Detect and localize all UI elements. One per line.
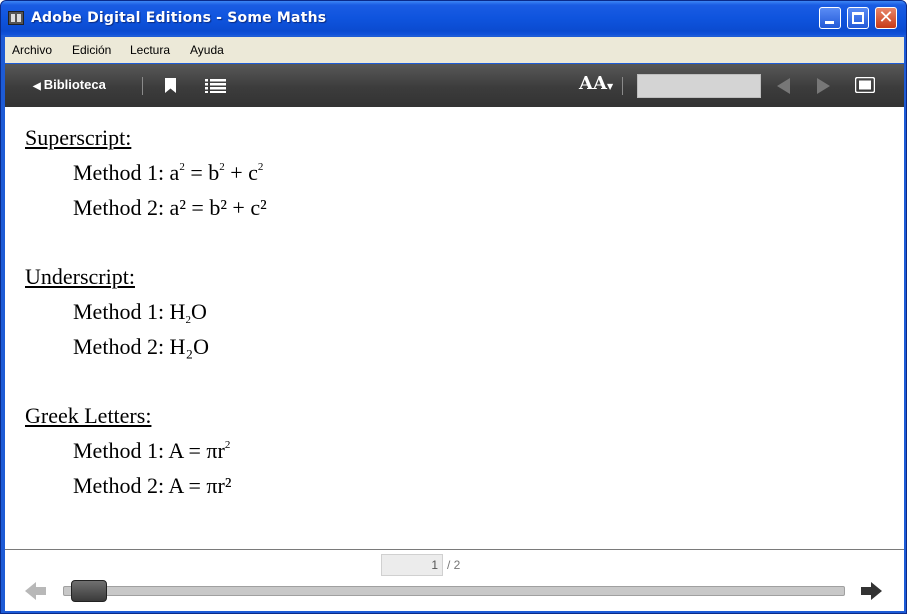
text-run: Method 1: A = πr xyxy=(73,438,225,463)
toolbar-divider xyxy=(142,77,143,95)
superscript-text: 2 xyxy=(257,161,264,173)
toc-list-icon[interactable] xyxy=(205,79,226,93)
method-line: Method 1: H2O xyxy=(73,299,207,326)
previous-page-icon[interactable] xyxy=(777,78,791,94)
library-button[interactable]: ◀ Biblioteca xyxy=(33,77,106,92)
back-arrow-icon: ◀ xyxy=(33,81,41,92)
app-window: Adobe Digital Editions - Some Maths ✕ Ar… xyxy=(0,0,907,614)
method-line: Method 1: a2 = b2 + c2 xyxy=(73,160,263,186)
menu-lectura[interactable]: Lectura xyxy=(130,43,170,57)
previous-page-arrow-icon[interactable] xyxy=(25,580,47,602)
minimize-button[interactable] xyxy=(819,7,841,29)
section-heading-underscript: Underscript: xyxy=(25,264,135,289)
library-label: Biblioteca xyxy=(43,77,106,92)
text-run: O xyxy=(190,299,207,324)
text-run: = b xyxy=(184,160,220,185)
close-icon: ✕ xyxy=(878,7,894,28)
text-run: + c xyxy=(224,160,258,185)
method-line: Method 1: A = πr2 xyxy=(73,438,230,464)
page-navigation-bar: 1 / 2 xyxy=(5,550,904,611)
section-heading-greek: Greek Letters: xyxy=(25,403,152,428)
text-run: Method 1: H xyxy=(73,299,186,324)
toolbar: ◀ Biblioteca AA▼ xyxy=(5,64,904,107)
font-size-label: AA xyxy=(579,73,607,94)
page-total-label: / 2 xyxy=(447,558,461,572)
method-line: Method 2: A = πr² xyxy=(73,473,232,498)
next-page-arrow-icon[interactable] xyxy=(860,580,882,602)
section-heading-superscript: Superscript: xyxy=(25,125,132,150)
title-bar[interactable]: Adobe Digital Editions - Some Maths ✕ xyxy=(1,1,906,35)
bookmark-icon[interactable] xyxy=(165,78,176,93)
maximize-icon xyxy=(852,12,864,24)
close-button[interactable]: ✕ xyxy=(875,7,897,29)
method-line: Method 2: H₂O xyxy=(73,334,209,359)
minimize-icon xyxy=(825,21,834,24)
page-number-input[interactable]: 1 xyxy=(381,554,443,576)
superscript-text: 2 xyxy=(224,439,231,451)
method-line: Method 2: a² = b² + c² xyxy=(73,195,267,220)
next-page-icon[interactable] xyxy=(816,78,830,94)
app-icon[interactable] xyxy=(8,11,24,25)
menu-edicion[interactable]: Edición xyxy=(72,43,111,57)
menu-bar: Archivo Edición Lectura Ayuda xyxy=(5,37,904,63)
page-slider-track[interactable] xyxy=(63,586,845,596)
menu-ayuda[interactable]: Ayuda xyxy=(190,43,224,57)
fullscreen-icon[interactable] xyxy=(855,77,875,93)
search-input[interactable] xyxy=(637,74,761,98)
menu-archivo[interactable]: Archivo xyxy=(12,43,52,57)
toolbar-divider xyxy=(622,77,623,95)
text-run: Method 1: a xyxy=(73,160,180,185)
page-slider-thumb[interactable] xyxy=(71,580,107,602)
maximize-button[interactable] xyxy=(847,7,869,29)
font-size-icon[interactable]: AA▼ xyxy=(579,73,613,94)
window-title: Adobe Digital Editions - Some Maths xyxy=(31,10,327,26)
reading-pane[interactable]: Superscript: Method 1: a2 = b2 + c2 Meth… xyxy=(5,107,904,550)
